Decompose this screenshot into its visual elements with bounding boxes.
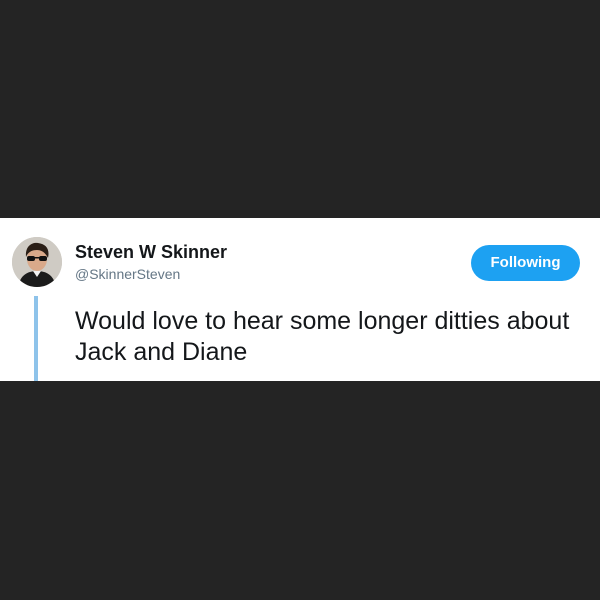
following-button[interactable]: Following [471, 245, 580, 281]
user-handle[interactable]: @SkinnerSteven [75, 266, 180, 282]
tweet-card: Steven W Skinner @SkinnerSteven Followin… [0, 218, 600, 381]
thread-line [34, 296, 38, 381]
avatar[interactable] [12, 237, 62, 287]
display-name[interactable]: Steven W Skinner [75, 242, 227, 263]
user-avatar-icon [12, 237, 62, 287]
tweet-text: Would love to hear some longer ditties a… [75, 307, 570, 366]
